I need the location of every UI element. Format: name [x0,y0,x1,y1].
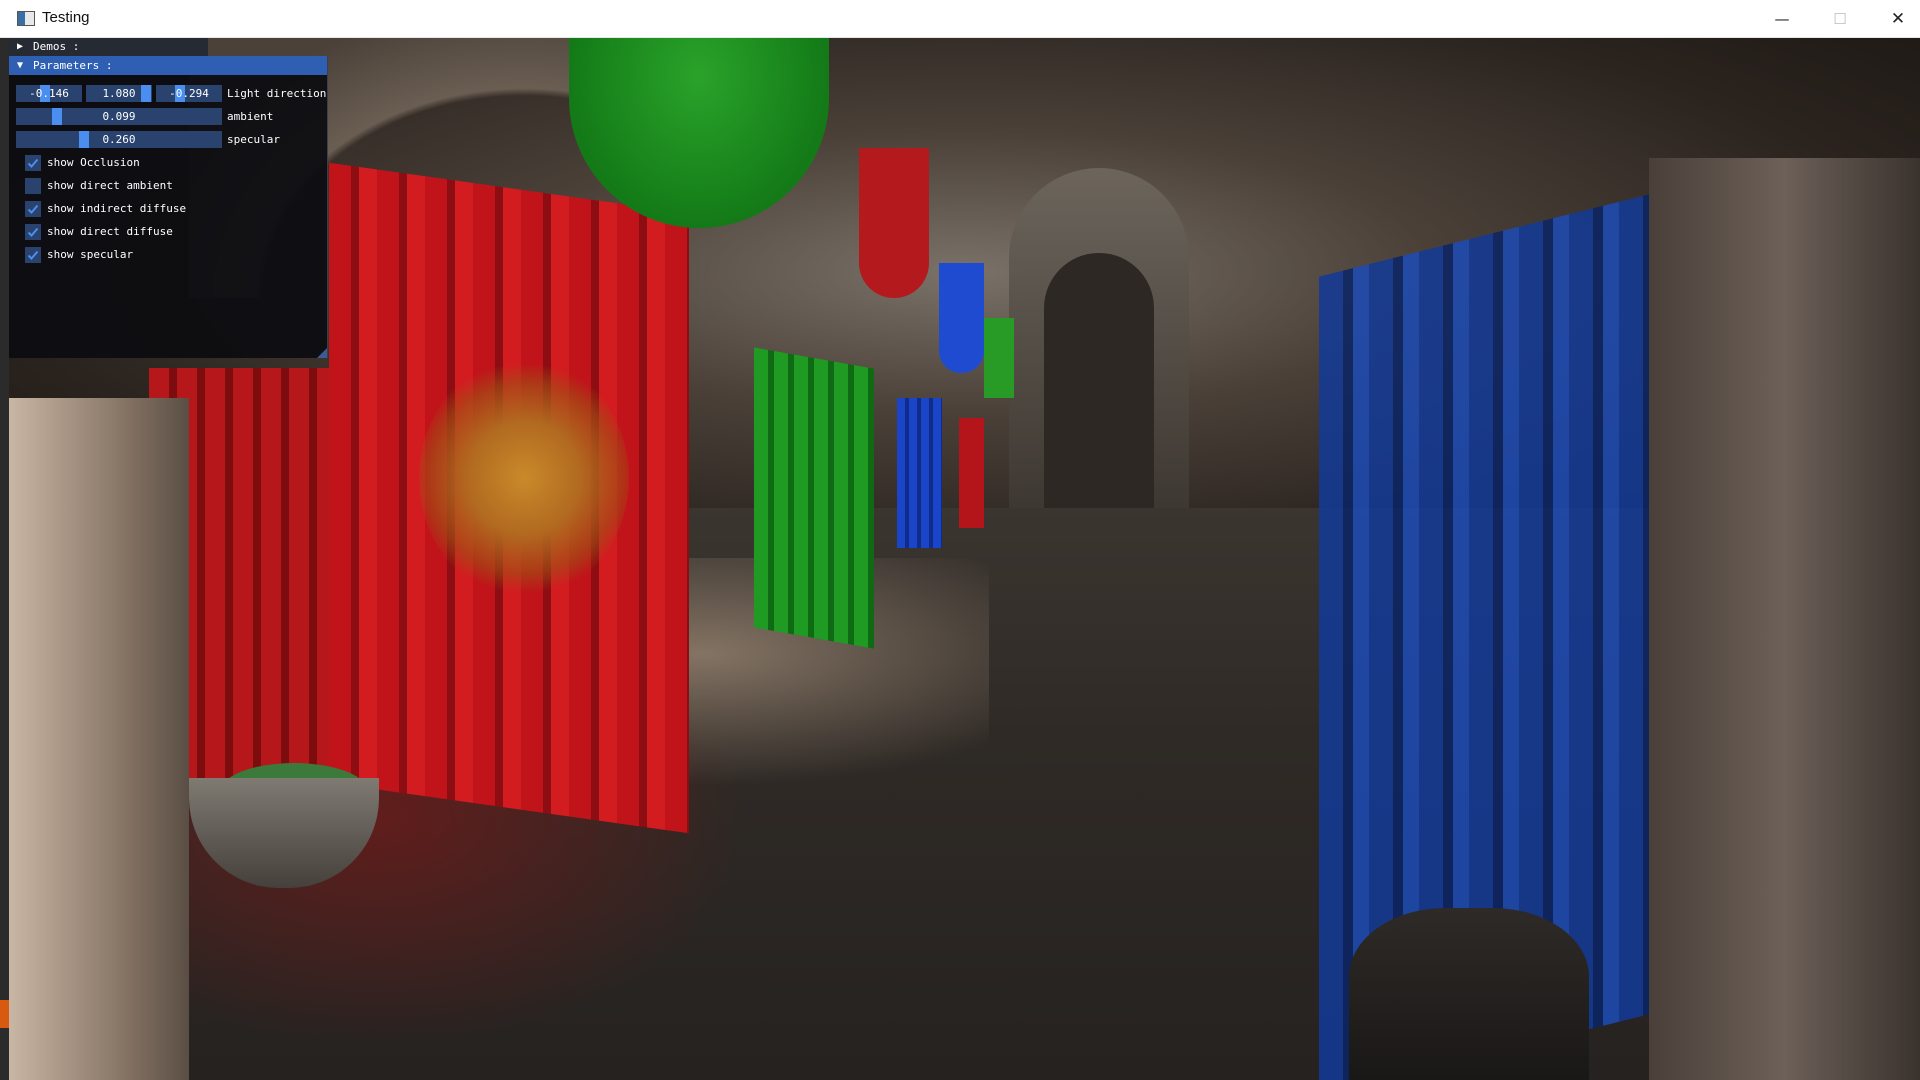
red-banner-top [859,148,929,298]
window-titlebar: Testing — ☐ ✕ [0,0,1920,38]
app-window-icon [17,11,35,26]
blue-curtain [897,398,942,548]
demos-label: Demos : [33,40,80,53]
checkmark-icon [27,158,39,168]
slider-grab[interactable] [79,131,89,148]
right-pillar [1649,158,1920,1080]
light-direction-label: Light direction [227,87,327,100]
green-curtain [754,347,874,649]
toggle-label: show indirect diffuse [47,202,187,215]
toggle-label: show direct ambient [47,179,173,192]
planter-right [1349,908,1589,1080]
light-direction-z-value: -0.294 [169,87,209,100]
minimize-button[interactable]: — [1753,0,1811,38]
light-direction-y-value: 1.080 [102,87,136,100]
resize-grip[interactable] [317,348,327,358]
maximize-button[interactable]: ☐ [1811,0,1869,38]
toggle-label: show direct diffuse [47,225,173,238]
toggle-checkbox[interactable] [25,247,41,263]
blue-banner-top [939,263,984,373]
toggle-label: show Occlusion [47,156,140,169]
curtain-medallion [419,358,629,598]
expand-arrow-icon: ▶ [17,41,24,52]
toggle-checkbox[interactable] [25,178,41,194]
window-title: Testing [42,9,90,26]
checkmark-icon [27,204,39,214]
green-banner-small [984,318,1014,398]
demos-collapsing-header[interactable]: ▶ Demos : [9,38,208,56]
collapse-arrow-icon: ▼ [17,60,24,71]
checkmark-icon [27,227,39,237]
light-direction-x-value: -0.146 [29,87,69,100]
toggle-checkbox[interactable] [25,201,41,217]
parameters-header[interactable]: ▼ Parameters : [9,56,327,75]
left-pillar [9,398,189,1080]
taskbar-accent [0,1000,9,1028]
specular-label: specular [227,133,280,146]
toggle-checkbox[interactable] [25,155,41,171]
parameters-panel: ▼ Parameters : -0.146 1.080 -0.294 Light… [9,56,328,358]
toggle-label: show specular [47,248,134,261]
ambient-value: 0.099 [102,110,136,123]
back-arch-opening [1044,253,1154,508]
light-direction-z-field[interactable]: -0.294 [156,85,222,102]
red-curtain-far [959,418,984,528]
specular-slider[interactable]: 0.260 [16,131,222,148]
checkmark-icon [27,250,39,260]
slider-grab[interactable] [52,108,62,125]
slider-grab[interactable] [141,85,151,102]
close-button[interactable]: ✕ [1869,0,1920,38]
light-direction-x-field[interactable]: -0.146 [16,85,82,102]
ambient-label: ambient [227,110,274,123]
light-direction-y-field[interactable]: 1.080 [86,85,152,102]
ambient-slider[interactable]: 0.099 [16,108,222,125]
toggle-checkbox[interactable] [25,224,41,240]
specular-value: 0.260 [102,133,136,146]
parameters-label: Parameters : [33,59,113,72]
left-window-edge [0,38,9,1080]
